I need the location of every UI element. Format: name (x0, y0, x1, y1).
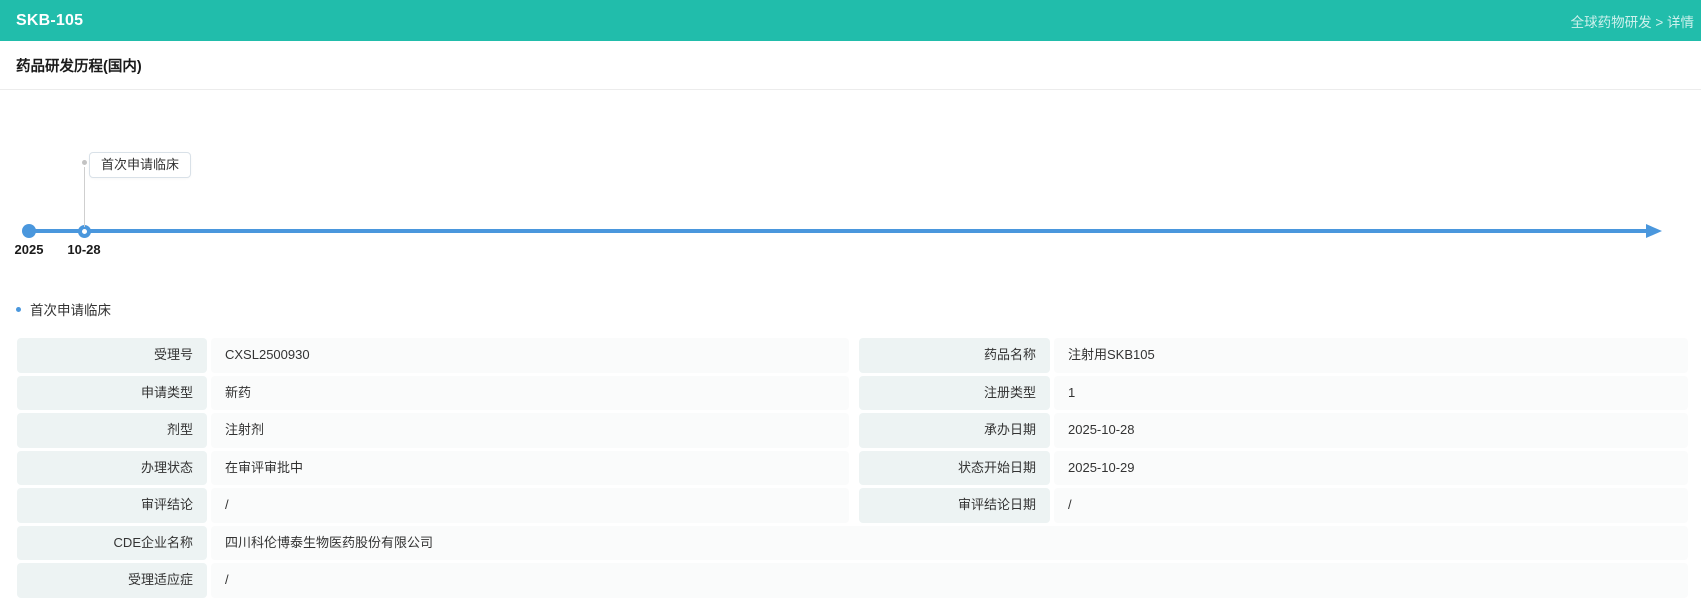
timeline-date-label: 10-28 (67, 242, 101, 257)
field-value: 在审评审批中 (211, 450, 849, 485)
field-label: 审评结论日期 (859, 488, 1050, 523)
event-heading-label: 首次申请临床 (30, 303, 111, 318)
field-value: 注射用SKB105 (1054, 338, 1688, 373)
timeline-year-label: 2025 (14, 242, 44, 257)
event-heading: 首次申请临床 (0, 301, 1701, 318)
tooltip-connector-line (84, 167, 85, 227)
table-row: 剂型 注射剂 承办日期 2025-10-28 (17, 413, 1688, 448)
field-label: 审评结论 (17, 488, 207, 523)
field-label: 注册类型 (859, 375, 1050, 410)
section-title-bar: 药品研发历程(国内) (0, 41, 1701, 90)
field-label: 办理状态 (17, 450, 207, 485)
breadcrumb[interactable]: 全球药物研发 > 详情 (1571, 11, 1694, 31)
field-value: 四川科伦博泰生物医药股份有限公司 (211, 525, 1688, 560)
timeline-axis (27, 229, 1648, 233)
event-tooltip: 首次申请临床 (89, 152, 192, 178)
field-label: 剂型 (17, 413, 207, 448)
timeline-arrow-icon (1646, 224, 1662, 238)
field-value: CXSL2500930 (211, 338, 849, 373)
field-value: 1 (1054, 375, 1688, 410)
table-row: 申请类型 新药 注册类型 1 (17, 375, 1688, 410)
drug-code-title: SKB-105 (16, 11, 84, 29)
field-value: / (1054, 488, 1688, 523)
field-value: 新药 (211, 375, 849, 410)
table-row: CDE企业名称 四川科伦博泰生物医药股份有限公司 (17, 525, 1688, 560)
field-label: 承办日期 (859, 413, 1050, 448)
tooltip-connector-dot-icon (82, 160, 87, 165)
field-value: 2025-10-28 (1054, 413, 1688, 448)
field-label: 受理适应症 (17, 563, 207, 598)
field-value: / (211, 488, 849, 523)
field-label: 药品名称 (859, 338, 1050, 373)
field-label: 状态开始日期 (859, 450, 1050, 485)
development-timeline: 首次申请临床 2025 10-28 (0, 90, 1701, 265)
field-label: 申请类型 (17, 375, 207, 410)
field-value: 注射剂 (211, 413, 849, 448)
timeline-origin-dot-icon (22, 224, 36, 238)
event-detail-section: 首次申请临床 受理号 CXSL2500930 药品名称 注射用SKB105 申请… (0, 265, 1701, 598)
table-row: 办理状态 在审评审批中 状态开始日期 2025-10-29 (17, 450, 1688, 485)
field-label: 受理号 (17, 338, 207, 373)
field-value: / (211, 563, 1688, 598)
field-label: CDE企业名称 (17, 525, 207, 560)
bullet-icon (16, 306, 21, 312)
drug-detail-page: SKB-105 全球药物研发 > 详情 药品研发历程(国内) 首次申请临床 20… (0, 0, 1701, 611)
section-title: 药品研发历程(国内) (16, 58, 142, 75)
table-row: 受理号 CXSL2500930 药品名称 注射用SKB105 (17, 338, 1688, 373)
table-row: 审评结论 / 审评结论日期 / (17, 488, 1688, 523)
page-header: SKB-105 全球药物研发 > 详情 (0, 0, 1701, 41)
field-value: 2025-10-29 (1054, 450, 1688, 485)
table-row: 受理适应症 / (17, 563, 1688, 598)
detail-fields-table: 受理号 CXSL2500930 药品名称 注射用SKB105 申请类型 新药 注… (17, 338, 1688, 598)
